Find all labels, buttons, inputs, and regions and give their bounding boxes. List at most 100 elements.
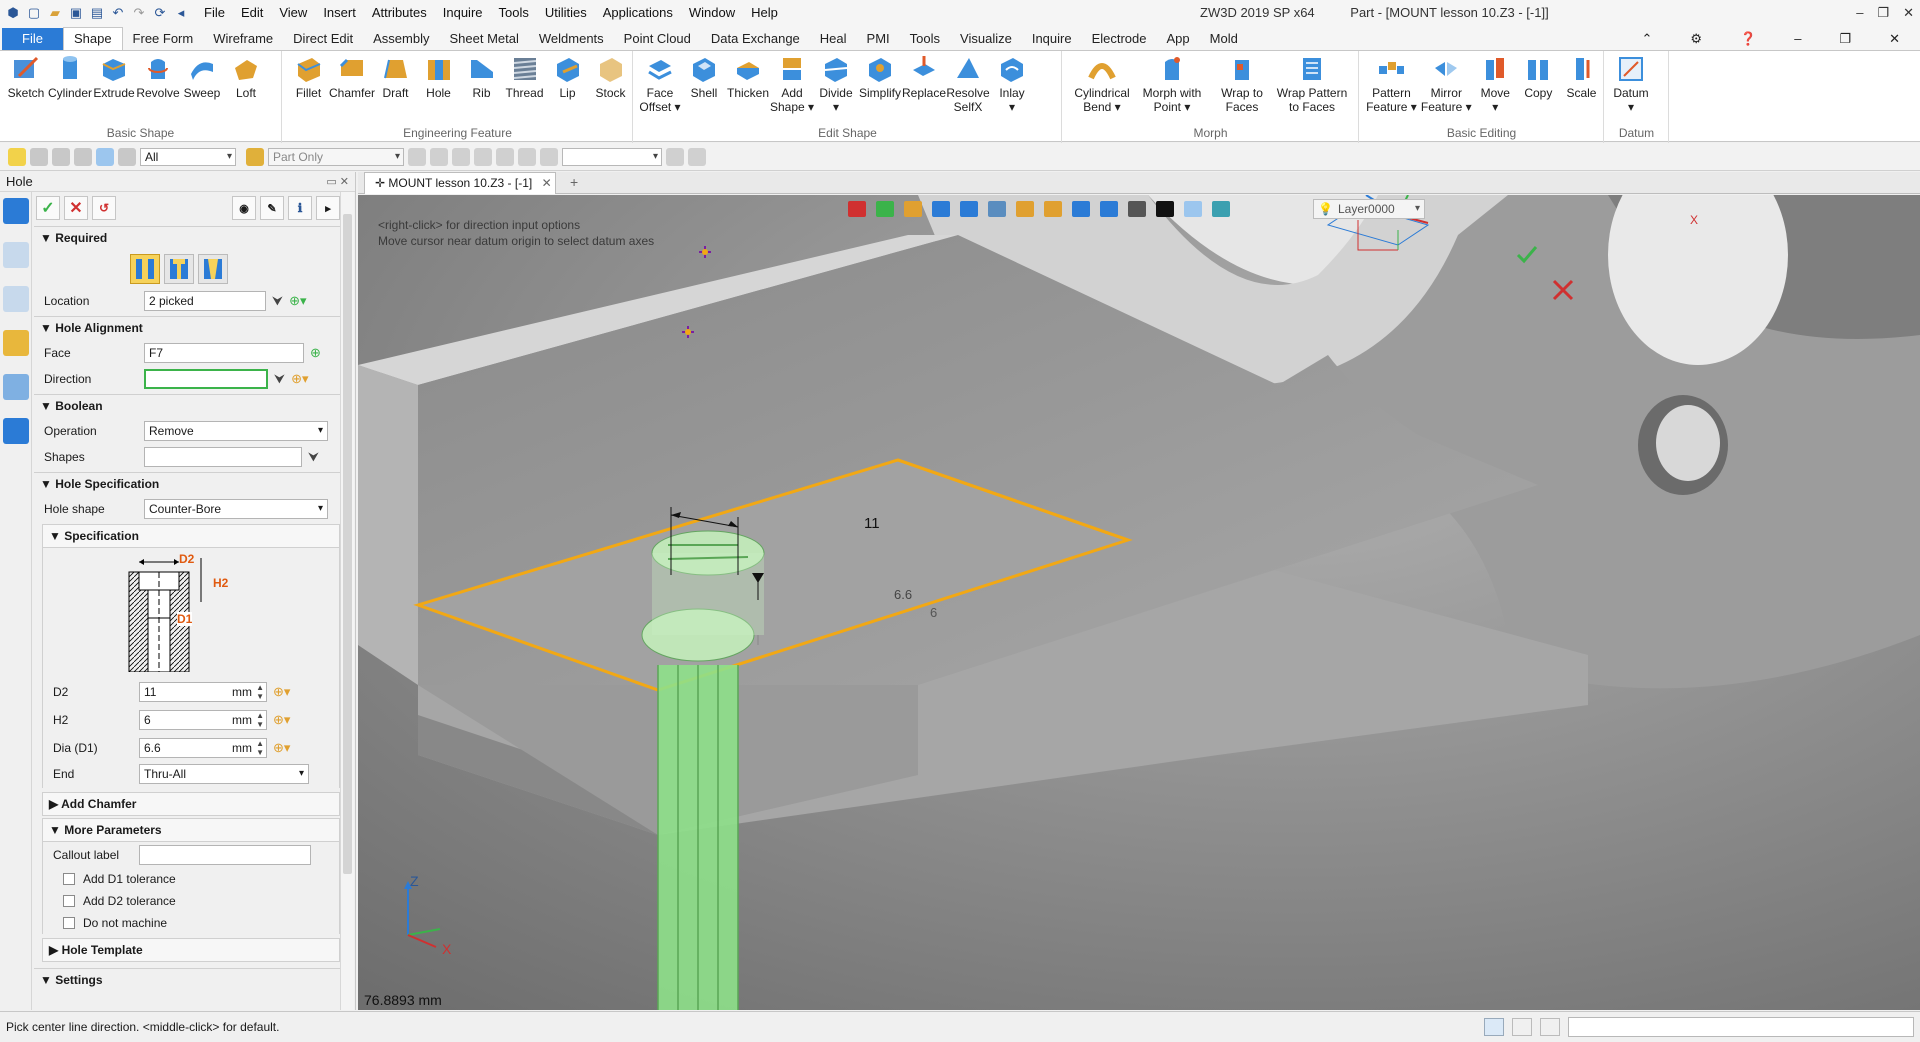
status-view-icon[interactable]	[1484, 1018, 1504, 1036]
vtab-parts-icon[interactable]	[3, 330, 29, 356]
inlay-button[interactable]: Inlay ▾	[990, 51, 1034, 114]
d2-options-icon[interactable]: ⊕▾	[273, 684, 290, 700]
panel-scroll-thumb[interactable]	[343, 214, 352, 874]
datum-button[interactable]: Datum ▾	[1609, 51, 1653, 114]
view-filter-icon[interactable]	[988, 201, 1006, 217]
shell-button[interactable]: Shell	[682, 51, 726, 114]
pick-mode-icon[interactable]	[30, 147, 48, 166]
hole-shape-select[interactable]: Counter-Bore	[144, 499, 328, 519]
draft-button[interactable]: Draft	[374, 51, 417, 100]
tab-electrode[interactable]: Electrode	[1082, 28, 1157, 50]
tab-shape[interactable]: Shape	[62, 27, 123, 50]
menu-edit[interactable]: Edit	[233, 0, 271, 26]
h2-spinner-icon[interactable]: ▲ ▼	[256, 711, 264, 729]
section-more-parameters[interactable]: ▼ More Parameters	[42, 818, 340, 842]
location-field[interactable]: 2 picked	[144, 291, 266, 311]
apply-icon[interactable]: ↺	[92, 196, 116, 220]
pick-line-icon[interactable]	[52, 147, 70, 166]
print-icon[interactable]: ▤	[88, 4, 106, 22]
menu-insert[interactable]: Insert	[315, 0, 364, 26]
new-tab-plus-icon[interactable]: +	[570, 174, 578, 190]
d1-options-icon[interactable]: ⊕▾	[273, 740, 290, 756]
settings-gear-icon[interactable]: ⚙	[1680, 28, 1712, 50]
loft-button[interactable]: Loft	[224, 51, 268, 100]
menu-file[interactable]: File	[196, 0, 233, 26]
menu-help[interactable]: Help	[743, 0, 786, 26]
tab-tools[interactable]: Tools	[900, 28, 950, 50]
replace-button[interactable]: Replace	[902, 51, 946, 114]
face-field[interactable]: F7	[144, 343, 304, 363]
tapered-hole-icon[interactable]	[198, 254, 228, 284]
snap-lock-icon[interactable]	[430, 147, 448, 166]
tab-weldments[interactable]: Weldments	[529, 28, 614, 50]
undo-icon[interactable]: ↶	[109, 4, 127, 22]
resolve-selfx-button[interactable]: Resolve SelfX	[946, 51, 990, 114]
section-hole-template[interactable]: ▶ Hole Template	[42, 938, 340, 962]
stock-button[interactable]: Stock	[589, 51, 632, 100]
d1-spinner-icon[interactable]: ▲ ▼	[256, 739, 264, 757]
gear-small-icon[interactable]	[540, 147, 558, 166]
simplify-button[interactable]: Simplify	[858, 51, 902, 114]
thicken-button[interactable]: Thicken	[726, 51, 770, 114]
layer-select[interactable]: 💡 Layer0000 ▾	[1313, 199, 1425, 219]
operation-select[interactable]: Remove	[144, 421, 328, 441]
align-left-icon[interactable]	[452, 147, 470, 166]
shapes-field[interactable]	[144, 447, 302, 467]
snap-grid-icon[interactable]	[408, 147, 426, 166]
h2-options-icon[interactable]: ⊕▾	[273, 712, 290, 728]
menu-utilities[interactable]: Utilities	[537, 0, 595, 26]
copy-button[interactable]: Copy	[1517, 51, 1560, 114]
back-icon[interactable]: ◂	[172, 4, 190, 22]
vtab-view-icon[interactable]	[3, 374, 29, 400]
h2-field[interactable]: 6 mm ▲ ▼	[139, 710, 267, 730]
simple-hole-icon[interactable]	[130, 254, 160, 284]
doc-tab-close-icon[interactable]: ✕	[542, 176, 552, 190]
minimize-icon[interactable]: –	[1856, 0, 1863, 26]
morph-with-point-button[interactable]: Morph with Point ▾	[1137, 51, 1207, 114]
tab-pmi[interactable]: PMI	[857, 28, 900, 50]
add-d1-tolerance-checkbox[interactable]: Add D1 tolerance	[43, 868, 339, 890]
section-specification[interactable]: ▼ Specification	[42, 524, 340, 548]
face-pick-icon[interactable]: ⊕	[310, 345, 321, 361]
tab-point-cloud[interactable]: Point Cloud	[614, 28, 701, 50]
expand-panel-icon[interactable]: ▸	[316, 196, 340, 220]
restore-icon[interactable]: ❐	[1877, 0, 1889, 26]
view-display-icon[interactable]	[1044, 201, 1062, 217]
sketch-button[interactable]: Sketch	[4, 51, 48, 100]
pattern-feature-button[interactable]: Pattern Feature ▾	[1364, 51, 1419, 114]
rib-button[interactable]: Rib	[460, 51, 503, 100]
d2-field[interactable]: 11 mm ▲ ▼	[139, 682, 267, 702]
revolve-button[interactable]: Revolve	[136, 51, 180, 100]
cancel-x-icon[interactable]: ✕	[64, 196, 88, 220]
do-not-machine-box[interactable]	[63, 917, 75, 929]
menu-inquire[interactable]: Inquire	[435, 0, 491, 26]
lip-button[interactable]: Lip	[546, 51, 589, 100]
tab-data-exchange[interactable]: Data Exchange	[701, 28, 810, 50]
chamfer-button[interactable]: Chamfer	[329, 51, 375, 100]
section-add-chamfer[interactable]: ▶ Add Chamfer	[42, 792, 340, 816]
pick-arrow-icon[interactable]	[8, 147, 26, 166]
view-box-icon[interactable]	[960, 201, 978, 217]
panel-pin-icon[interactable]: ▭ ✕	[326, 172, 349, 192]
do-not-machine-checkbox[interactable]: Do not machine	[43, 912, 339, 934]
view-layers-icon[interactable]	[1212, 201, 1230, 217]
scope-select[interactable]: Part Only	[268, 147, 404, 166]
view-shade-icon[interactable]	[932, 201, 950, 217]
tab-app[interactable]: App	[1157, 28, 1200, 50]
view-pen-icon[interactable]	[904, 201, 922, 217]
pick-point-icon[interactable]	[74, 147, 92, 166]
collapse-ribbon-icon[interactable]: ⌃	[1631, 28, 1662, 50]
brush-icon[interactable]: ✎	[260, 196, 284, 220]
view-color-icon[interactable]	[1156, 201, 1174, 217]
view-cube-icon[interactable]	[1016, 201, 1034, 217]
doc-minimize-icon[interactable]: –	[1784, 28, 1811, 50]
align-center-icon[interactable]	[474, 147, 492, 166]
align-right-icon[interactable]	[496, 147, 514, 166]
direction-expand-icon[interactable]: ⮟	[274, 371, 285, 387]
filter-icon[interactable]	[118, 147, 136, 166]
move-button[interactable]: Move ▾	[1474, 51, 1517, 114]
tab-mold[interactable]: Mold	[1200, 28, 1248, 50]
save-icon[interactable]: ▣	[67, 4, 85, 22]
view-section-icon[interactable]	[1100, 201, 1118, 217]
sweep-button[interactable]: Sweep	[180, 51, 224, 100]
